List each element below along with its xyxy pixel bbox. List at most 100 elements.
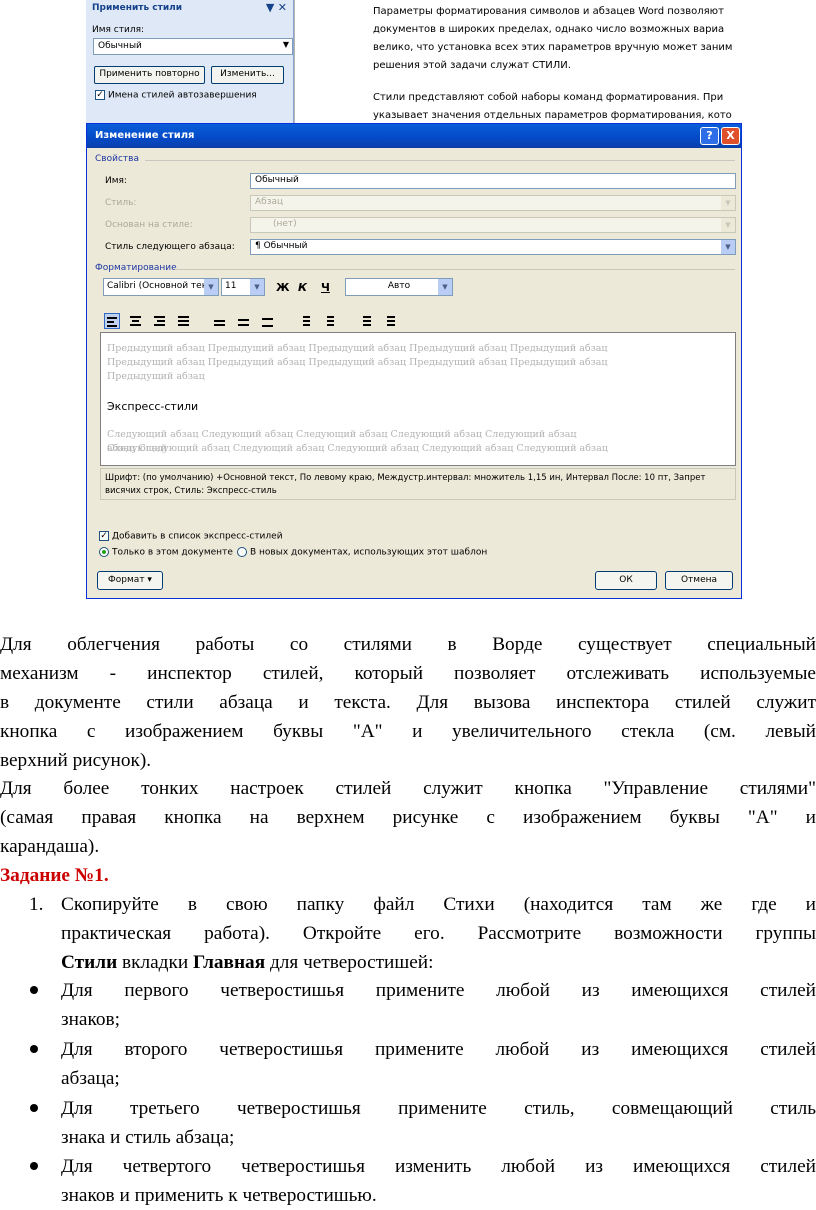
text-line: Для второго четверостишья примените любо… (61, 1039, 816, 1060)
chevron-down-icon[interactable]: ▼ (721, 196, 735, 210)
size-select[interactable]: 11 ▼ (221, 278, 265, 296)
bullet-icon (30, 1104, 38, 1112)
chevron-down-icon[interactable]: ▼ (250, 279, 264, 295)
text-line: знака и стиль абзаца; (61, 1127, 235, 1148)
text-line: Для четвертого четверостишья изменить лю… (61, 1156, 816, 1177)
text-line: Скопируйте в свою папку файл Стихи (нахо… (61, 894, 816, 915)
text-line: Для первого четверостишья примените любо… (61, 980, 816, 1001)
underline-button[interactable]: Ч (321, 281, 330, 294)
doc-line: указывает значения отдельных параметров … (373, 110, 732, 121)
text-line: в документе стили абзаца и текста. Для в… (0, 692, 816, 713)
checkbox-checked-icon[interactable]: ✓ (99, 531, 109, 541)
format-button[interactable]: Формат ▾ (97, 571, 163, 590)
chevron-down-icon[interactable]: ▼ (438, 279, 452, 295)
apply-styles-pane: Применить стили ▼ ✕ Имя стиля: Обычный ▼… (86, 0, 294, 123)
task-heading: Задание №1. (0, 865, 109, 886)
preview-prev-line: Предыдущий абзац Предыдущий абзац Предыд… (107, 343, 608, 354)
next-style-select[interactable]: ¶ Обычный ▼ (250, 239, 736, 255)
doc-line: решения этой задачи служат СТИЛИ. (373, 60, 571, 71)
next-style-value: ¶ Обычный (255, 241, 308, 251)
dialog-title-bar: Изменение стиля (87, 124, 741, 148)
autocomplete-checkbox-row[interactable]: ✓ Имена стилей автозавершения (95, 90, 257, 101)
align-right-icon[interactable] (152, 313, 168, 329)
formatting-section-label: Форматирование (95, 263, 177, 273)
text-line: Стили вкладки Главная для четверостишей: (61, 952, 434, 973)
autocomplete-label: Имена стилей автозавершения (108, 90, 257, 101)
divider (175, 269, 735, 270)
reapply-button[interactable]: Применить повторно (94, 66, 205, 84)
modify-button[interactable]: Изменить... (211, 66, 284, 84)
preview-sample-text: Экспресс-стили (107, 400, 199, 413)
chevron-down-icon[interactable]: ▼ (283, 40, 289, 49)
properties-section-label: Свойства (95, 154, 139, 164)
style-type-select[interactable]: Абзац ▼ (250, 195, 736, 211)
style-name-value: Обычный (98, 41, 142, 51)
color-select[interactable]: Авто ▼ (345, 278, 453, 296)
ok-button[interactable]: ОК (595, 571, 657, 590)
doc-line: Стили представляют собой наборы команд ф… (373, 92, 724, 103)
increase-indent-icon[interactable] (381, 313, 397, 329)
italic-button[interactable]: К (298, 281, 307, 294)
list-number: 1. (29, 894, 44, 915)
based-on-label: Основан на стиле: (105, 220, 193, 230)
only-this-doc-radio[interactable]: Только в этом документе (99, 547, 233, 558)
bullet-icon (30, 986, 38, 994)
divider (145, 160, 735, 161)
text-line: знаков и применить к четверостишью. (61, 1185, 377, 1206)
dialog-title: Изменение стиля (95, 130, 195, 141)
chevron-down-icon[interactable]: ▼ (204, 279, 218, 295)
text-line: Для третьего четверостишья примените сти… (61, 1098, 816, 1119)
align-justify-icon[interactable] (176, 313, 192, 329)
text-line: верхний рисунок). (0, 750, 152, 771)
doc-line: документов в широких пределах, однако чи… (373, 24, 725, 35)
next-style-label: Стиль следующего абзаца: (105, 242, 235, 252)
cancel-button[interactable]: Отмена (665, 571, 733, 590)
line-spacing-double-icon[interactable] (260, 313, 276, 329)
line-spacing-one-half-icon[interactable] (236, 313, 252, 329)
list-item: Для четвертого четверостишья изменить лю… (61, 1152, 816, 1210)
pane-controls[interactable]: ▼ ✕ (266, 1, 287, 14)
text-line: кнопка с изображением буквы "А" и увелич… (0, 721, 816, 742)
style-type-value: Абзац (255, 197, 284, 207)
close-button[interactable]: X (721, 127, 740, 145)
paragraph-manage-styles: Для более тонких настроек стилей служит … (0, 774, 816, 861)
font-select[interactable]: Calibri (Основной тек ▼ (103, 278, 219, 296)
text-line: абзаца; (61, 1068, 120, 1089)
text-line: знаков; (61, 1009, 120, 1030)
text-line: карандаша). (0, 836, 100, 857)
radio-unselected-icon[interactable] (237, 547, 247, 557)
align-left-icon[interactable] (104, 313, 120, 329)
radio-selected-icon[interactable] (99, 547, 109, 557)
checkbox-checked-icon[interactable]: ✓ (95, 90, 105, 100)
description-line: Шрифт: (по умолчанию) +Основной текст, П… (105, 473, 706, 483)
space-after-icon[interactable] (320, 313, 336, 329)
text-line: Для облегчения работы со стилями в Ворде… (0, 634, 816, 655)
style-preview: Предыдущий абзац Предыдущий абзац Предыд… (100, 332, 736, 466)
preview-prev-line: Предыдущий абзац (107, 371, 205, 382)
bold-button[interactable]: Ж (276, 281, 289, 294)
style-name-combobox[interactable]: Обычный ▼ (93, 38, 293, 55)
chevron-down-icon[interactable]: ▼ (721, 240, 735, 254)
new-docs-radio[interactable]: В новых документах, использующих этот ша… (237, 547, 487, 558)
add-quick-styles-label: Добавить в список экспресс-стилей (112, 531, 283, 542)
bold-text: Стили (61, 952, 118, 973)
chevron-down-icon[interactable]: ▼ (721, 218, 735, 232)
only-this-doc-label: Только в этом документе (112, 547, 233, 558)
new-docs-label: В новых документах, использующих этот ша… (250, 547, 488, 558)
help-button[interactable]: ? (700, 127, 719, 145)
add-quick-styles-row[interactable]: ✓ Добавить в список экспресс-стилей (99, 531, 283, 542)
decrease-indent-icon[interactable] (357, 313, 373, 329)
text-line: (самая правая кнопка на верхнем рисунке … (0, 807, 816, 828)
doc-line: Параметры форматирования символов и абза… (373, 6, 724, 17)
line-spacing-single-icon[interactable] (212, 313, 228, 329)
text-line: Для более тонких настроек стилей служит … (0, 778, 816, 799)
name-input[interactable]: Обычный (250, 173, 736, 189)
space-before-icon[interactable] (296, 313, 312, 329)
style-name-label: Имя стиля: (92, 25, 145, 35)
modify-style-dialog: Изменение стиля ? X Свойства Имя: Обычны… (86, 123, 742, 599)
bullet-icon (30, 1045, 38, 1053)
based-on-select[interactable]: (нет) ▼ (250, 217, 736, 233)
align-center-icon[interactable] (128, 313, 144, 329)
apply-styles-title: Применить стили (92, 3, 183, 13)
style-description: Шрифт: (по умолчанию) +Основной текст, П… (100, 468, 736, 500)
